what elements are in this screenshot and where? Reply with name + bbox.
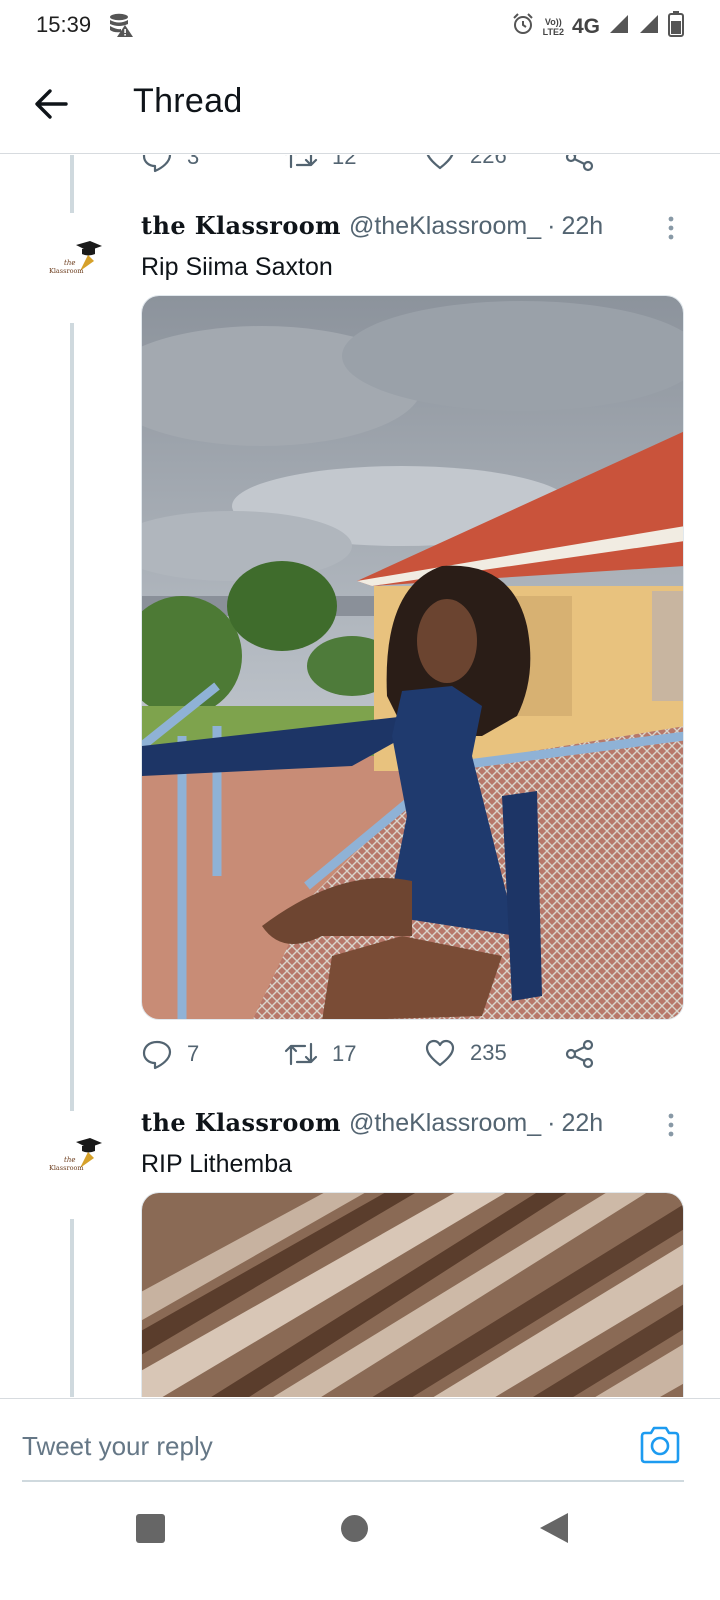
reply-input[interactable]: Tweet your reply xyxy=(22,1431,213,1462)
tweet-actions: 7 17 235 xyxy=(141,1038,611,1078)
share-icon xyxy=(565,155,594,172)
network-type: 4G xyxy=(571,14,600,38)
back-button[interactable] xyxy=(30,82,74,126)
retweet-count: 17 xyxy=(332,1041,357,1066)
retweet-button[interactable]: 12 xyxy=(284,155,356,173)
arrow-left-icon xyxy=(35,89,68,119)
retweet-icon xyxy=(284,1042,318,1066)
tweet-time[interactable]: 22h xyxy=(561,212,603,241)
share-icon xyxy=(565,1039,594,1069)
reply-icon xyxy=(142,1040,172,1070)
tweet-header: the Klassroom @theKlassroom_ · 22h xyxy=(141,211,681,245)
reply-count: 3 xyxy=(187,155,200,169)
status-time: 15:39 xyxy=(36,12,92,37)
retweet-icon xyxy=(285,155,318,169)
author-handle[interactable]: @theKlassroom_ xyxy=(349,212,541,241)
heart-icon xyxy=(426,155,454,170)
thread-header: Thread xyxy=(0,56,720,154)
like-count: 226 xyxy=(470,155,507,168)
svg-text:the: the xyxy=(64,1156,75,1164)
heart-icon xyxy=(425,1039,455,1067)
tweet-photo[interactable] xyxy=(141,295,684,1020)
battery-icon xyxy=(668,11,684,42)
thread-feed[interactable]: 3 12 226 the Klassroom the Klassroom @th… xyxy=(0,155,720,1397)
klassroom-logo-icon: the Klassroom xyxy=(49,241,102,275)
system-back-button[interactable] xyxy=(540,1513,568,1543)
reply-composer: Tweet your reply xyxy=(0,1398,720,1484)
volte-indicator: Vo)) LTE2 xyxy=(543,17,564,37)
reply-button[interactable]: 3 xyxy=(141,155,199,173)
more-options-icon[interactable] xyxy=(666,1112,676,1140)
tweet-photo[interactable] xyxy=(141,1192,684,1397)
avatar[interactable]: the Klassroom xyxy=(40,1130,104,1194)
author-name[interactable]: the Klassroom xyxy=(141,1108,341,1137)
retweet-button[interactable]: 17 xyxy=(284,1038,356,1070)
tweet-text: RIP Lithemba xyxy=(141,1150,293,1178)
author-name[interactable]: the Klassroom xyxy=(141,211,341,240)
thread-connector xyxy=(70,155,74,213)
thread-connector xyxy=(70,323,74,1111)
signal-icon xyxy=(608,13,630,40)
svg-text:Klassroom: Klassroom xyxy=(49,1164,84,1172)
alarm-icon xyxy=(511,12,535,41)
reply-button[interactable]: 7 xyxy=(141,1038,199,1070)
data-saver-warning-icon xyxy=(108,12,134,43)
klassroom-logo-icon: the Klassroom xyxy=(49,1138,102,1172)
like-count: 235 xyxy=(470,1040,507,1065)
volte-top: Vo)) xyxy=(544,16,562,27)
tweet-time[interactable]: 22h xyxy=(561,1109,603,1138)
thread-connector xyxy=(70,1219,74,1397)
home-button[interactable] xyxy=(341,1515,368,1542)
avatar[interactable]: the Klassroom xyxy=(40,233,104,297)
tweet-text: Rip Siima Saxton xyxy=(141,253,333,281)
volte-bottom: LTE2 xyxy=(542,26,564,37)
status-icons: Vo)) LTE2 4G xyxy=(511,11,684,42)
reply-count: 7 xyxy=(187,1041,200,1066)
svg-text:the: the xyxy=(64,259,75,267)
author-handle[interactable]: @theKlassroom_ xyxy=(349,1109,541,1138)
reply-divider xyxy=(22,1480,684,1482)
retweet-count: 12 xyxy=(332,155,357,169)
svg-text:Klassroom: Klassroom xyxy=(49,267,84,275)
separator: · xyxy=(547,212,556,240)
tweet-header: the Klassroom @theKlassroom_ · 22h xyxy=(141,1108,681,1142)
like-button[interactable]: 226 xyxy=(424,155,507,171)
page-title: Thread xyxy=(133,82,243,120)
camera-button[interactable] xyxy=(638,1425,682,1465)
more-options-icon[interactable] xyxy=(666,215,676,243)
reply-icon xyxy=(142,155,172,173)
camera-icon xyxy=(640,1426,680,1464)
signal-icon xyxy=(638,13,660,40)
like-button[interactable]: 235 xyxy=(424,1038,507,1068)
status-bar: 15:39 Vo)) LTE2 4G xyxy=(0,0,720,52)
share-button[interactable] xyxy=(564,155,596,173)
recents-button[interactable] xyxy=(136,1514,165,1543)
previous-tweet-actions: 3 12 226 xyxy=(141,155,611,181)
share-button[interactable] xyxy=(564,1038,596,1070)
separator: · xyxy=(547,1109,556,1137)
system-nav-bar xyxy=(0,1484,720,1600)
